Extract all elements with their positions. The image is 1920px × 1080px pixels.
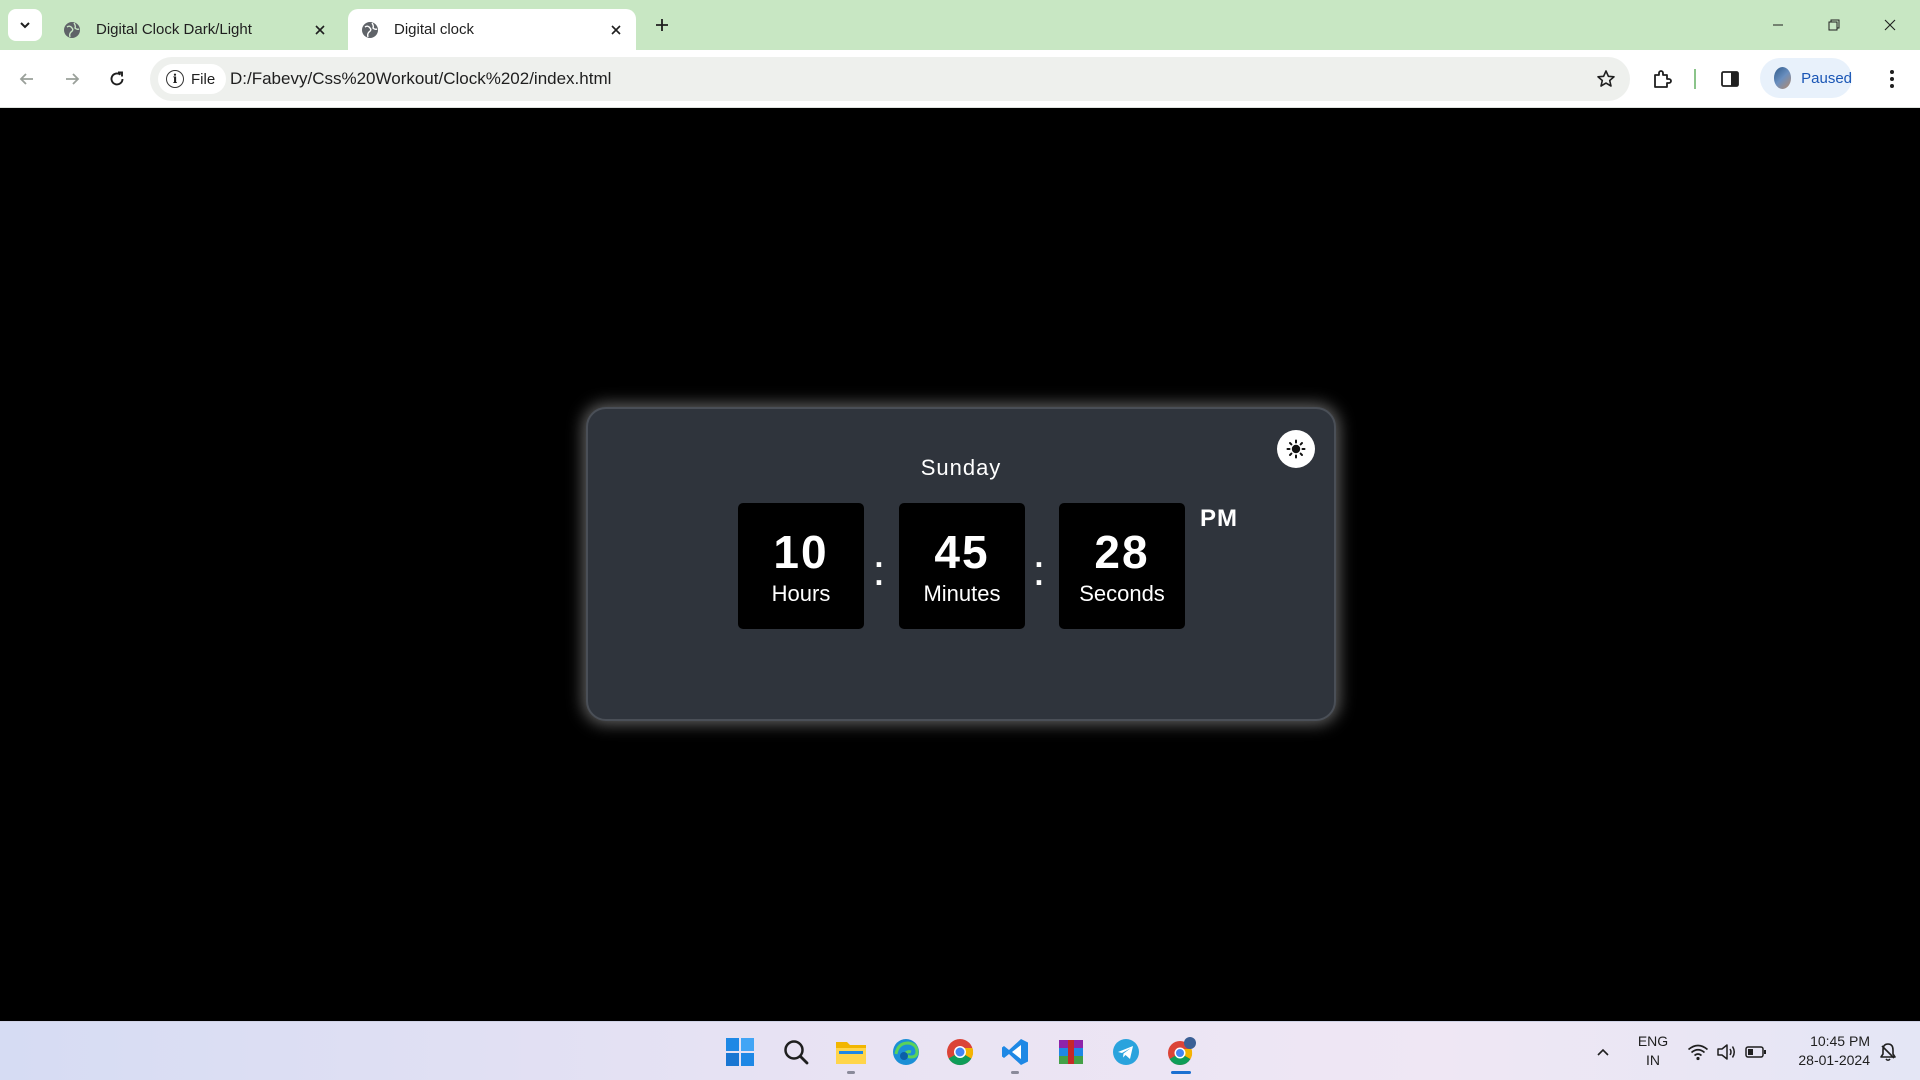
minimize-icon — [1773, 24, 1783, 26]
chrome-icon[interactable] — [940, 1032, 980, 1072]
taskbar: ENG IN 10:45 PM 28-01-2024 — [0, 1021, 1920, 1080]
close-icon[interactable] — [308, 18, 332, 42]
wifi-icon[interactable] — [1684, 1034, 1712, 1070]
tab-digital-clock[interactable]: Digital clock — [348, 9, 636, 50]
search-icon[interactable] — [776, 1032, 816, 1072]
extensions-icon[interactable] — [1648, 65, 1676, 93]
toolbar-divider — [1694, 69, 1696, 89]
language-code: ENG — [1637, 1033, 1669, 1049]
tab-title: Digital clock — [394, 21, 475, 38]
input-language-indicator[interactable]: ENG IN — [1630, 1032, 1676, 1070]
hours-label: Hours — [771, 581, 831, 606]
side-panel-icon[interactable] — [1716, 65, 1744, 93]
more-menu-icon[interactable] — [1878, 65, 1906, 93]
url-text[interactable]: D:/Fabevy/Css%20Workout/Clock%202/index.… — [230, 69, 611, 89]
battery-icon[interactable] — [1742, 1034, 1770, 1070]
seconds-label: Seconds — [1079, 581, 1165, 606]
avatar — [1774, 67, 1792, 89]
restore-icon — [1828, 19, 1840, 31]
site-info-chip[interactable]: i File — [158, 64, 226, 94]
tray-date: 28-01-2024 — [1798, 1052, 1870, 1068]
language-region: IN — [1646, 1052, 1660, 1068]
new-tab-button[interactable] — [648, 11, 676, 39]
tab-title: Digital Clock Dark/Light — [96, 21, 252, 38]
minimize-button[interactable] — [1750, 0, 1806, 50]
tab-digital-clock-dark-light[interactable]: Digital Clock Dark/Light — [50, 9, 340, 50]
restore-button[interactable] — [1806, 0, 1862, 50]
scheme-label: File — [191, 70, 216, 88]
chevron-down-icon — [20, 22, 30, 29]
tray-time: 10:45 PM — [1810, 1033, 1870, 1049]
hours-box: 10 Hours — [738, 503, 864, 629]
address-bar[interactable]: i File D:/Fabevy/Css%20Workout/Clock%202… — [150, 57, 1630, 101]
telegram-icon[interactable] — [1106, 1032, 1146, 1072]
volume-icon[interactable] — [1713, 1034, 1741, 1070]
seconds-box: 28 Seconds — [1059, 503, 1185, 629]
minutes-box: 45 Minutes — [899, 503, 1025, 629]
reload-button[interactable] — [99, 61, 135, 97]
colon-separator: .. — [1034, 538, 1044, 592]
notification-bell-icon[interactable] — [1874, 1034, 1902, 1070]
file-explorer-icon[interactable] — [831, 1032, 871, 1074]
windows-start-icon[interactable] — [720, 1032, 760, 1072]
vscode-icon[interactable] — [995, 1032, 1035, 1074]
edge-icon[interactable] — [886, 1032, 926, 1072]
close-window-button[interactable] — [1862, 0, 1918, 50]
close-icon[interactable] — [604, 18, 628, 42]
profile-status: Paused — [1801, 69, 1852, 87]
arrow-right-icon — [66, 73, 80, 85]
tab-search-button[interactable] — [8, 9, 42, 41]
back-button[interactable] — [9, 61, 45, 97]
minutes-label: Minutes — [923, 581, 1001, 606]
info-icon: i — [166, 70, 184, 88]
minutes-value: 45 — [934, 526, 990, 578]
profile-button[interactable]: Paused — [1760, 58, 1852, 98]
clock-tray[interactable]: 10:45 PM 28-01-2024 — [1780, 1032, 1870, 1070]
globe-icon — [360, 20, 380, 40]
arrow-left-icon — [19, 73, 33, 85]
meridiem-label: PM — [1200, 505, 1238, 532]
page-viewport: Sunday 10 Hours .. 45 Minutes .. 28 Seco… — [0, 109, 1920, 1021]
reload-icon — [110, 71, 124, 86]
hours-value: 10 — [773, 526, 829, 578]
day-label: Sunday — [920, 455, 1002, 480]
tab-strip: Digital Clock Dark/Light Digital clock — [0, 0, 1920, 50]
globe-icon — [62, 20, 82, 40]
chrome-profile-icon[interactable] — [1161, 1032, 1201, 1074]
chevron-up-icon — [1597, 1048, 1609, 1056]
show-hidden-icons-button[interactable] — [1588, 1034, 1618, 1070]
seconds-value: 28 — [1094, 526, 1150, 578]
browser-toolbar: i File D:/Fabevy/Css%20Workout/Clock%202… — [0, 50, 1920, 108]
colon-separator: .. — [874, 538, 884, 592]
close-icon — [1884, 19, 1896, 31]
plus-icon — [656, 19, 668, 31]
clock-card: Sunday 10 Hours .. 45 Minutes .. 28 Seco… — [586, 407, 1336, 721]
forward-button[interactable] — [54, 61, 90, 97]
bookmark-star-icon[interactable] — [1594, 67, 1618, 91]
winrar-icon[interactable] — [1051, 1032, 1091, 1072]
